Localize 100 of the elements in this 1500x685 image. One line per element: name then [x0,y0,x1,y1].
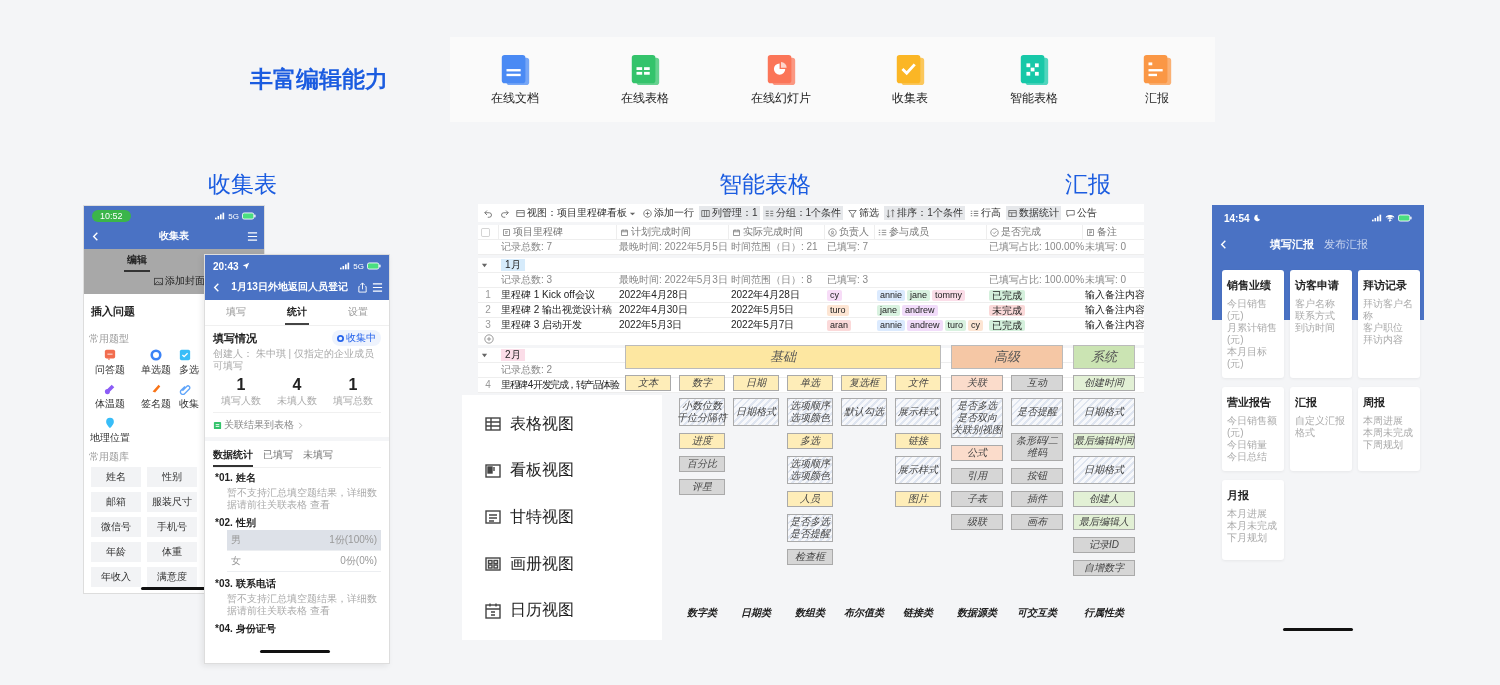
tab[interactable]: 未填写 [303,445,333,467]
toolbar-button[interactable]: 排序：1个条件 [884,206,965,220]
card-title: 周报 [1363,395,1386,410]
app-item[interactable]: 在线文档 [490,52,539,107]
share-icon[interactable] [357,281,368,293]
field-chip[interactable]: 手机号 [147,517,197,537]
column-header[interactable]: 计划完成时间 [616,225,728,239]
question-note: 暂不支持汇总填空题结果，详细数据请前往关联表格 查看 [226,486,378,511]
column-header[interactable]: 实际完成时间 [728,225,824,239]
field-chip[interactable]: 微信号 [91,517,141,537]
question-type[interactable]: 单选题 [133,349,179,377]
field-type-label: 条形码/二维码 [1011,433,1063,461]
status-time: 20:43 [213,260,239,272]
toolbar-button[interactable]: 行高 [967,206,1003,220]
question-title: *03. 联系电话 [215,577,277,591]
field-chip[interactable]: 满意度 [147,567,197,587]
view-option[interactable]: 画册视图 [462,553,662,575]
menu-icon[interactable] [247,230,258,242]
field-type-label: 评星 [679,479,725,495]
field-chip[interactable]: 服装尺寸 [147,492,197,512]
summary-text: 已填写占比: 100.00% [989,241,1085,253]
back-icon[interactable] [1218,239,1229,250]
summary-text: 记录总数: 3 [501,274,553,286]
template-card[interactable]: 汇报 自定义汇报格式 [1290,387,1352,471]
column-header[interactable]: 项目里程碑 [498,225,616,239]
question-type[interactable]: 体温题 [87,383,133,411]
checkbox[interactable] [481,227,490,237]
add-cover-button[interactable]: 添加封面 [154,274,205,288]
status-dot-icon [337,334,344,342]
template-card[interactable]: 月报 本月进展 本月未完成 下月规划 [1222,480,1284,560]
app-item[interactable]: 在线表格 [620,52,669,107]
field-chip[interactable]: 年收入 [91,567,141,587]
toolbar-button[interactable]: 筛选 [846,206,882,220]
view-option[interactable]: 甘特视图 [462,507,662,528]
wifi-icon [1385,214,1395,222]
menu-icon[interactable] [372,281,383,293]
template-card[interactable]: 周报 本周进展 本周未完成 下周规划 [1358,387,1420,471]
toolbar-button[interactable]: 公告 [1063,206,1099,220]
question-type[interactable]: 收集 [179,383,201,411]
caret-icon[interactable] [481,351,488,359]
template-card[interactable]: 访客申请 客户名称 联系方式 到访时间 [1290,270,1352,378]
back-icon[interactable] [90,230,101,242]
question-type[interactable]: 多选 [179,349,201,377]
view-option[interactable]: 看板视图 [462,460,662,482]
row-number: 2 [484,303,492,317]
toolbar-button[interactable]: 添加一行 [641,206,696,220]
question-type[interactable]: 签名题 [133,383,179,411]
app-item[interactable]: 收集表 [892,52,929,107]
question-type[interactable]: 问答题 [87,349,133,377]
table-cell-text: 输入备注内容 [1084,303,1144,317]
column-header[interactable]: 负责人 [824,225,874,239]
tab[interactable]: 统计 [285,300,309,325]
tab[interactable]: 已填写 [263,445,293,467]
column-type-icon [620,227,629,237]
card-field: 今日总结 [1227,451,1279,463]
toolbar-button[interactable]: 列管理：1 [699,206,760,220]
app-item[interactable]: 在线幻灯片 [750,52,811,107]
tab[interactable]: 数据统计 [213,445,253,467]
caret-icon[interactable] [481,261,488,269]
field-chip[interactable]: 姓名 [91,467,141,487]
field-type-label: 创建人 [1073,491,1135,507]
field-chip[interactable]: 邮箱 [91,492,141,512]
field-type-label: 级联 [951,514,1003,530]
table-cell-text: 2022年5月7日 [730,318,796,332]
summary-text: 最晚时间: 2022年5月5日 [619,241,728,253]
person-tag: aran [827,319,851,331]
field-chip[interactable]: 体重 [147,542,197,562]
person-tag: turo [944,319,967,331]
template-card[interactable]: 销售业绩 今日销售 (元) 月累计销售 (元) 本月目标 (元) [1222,270,1284,378]
card-field: 客户名称 [1295,298,1347,310]
view-option[interactable]: 表格视图 [462,413,662,435]
battery-icon [367,262,381,270]
section-title: 收集表 [207,170,277,199]
paperclip-icon [179,383,191,395]
speech-bubble-icon [1065,208,1075,218]
field-chip[interactable]: 性别 [147,467,197,487]
kanban-view-icon [484,461,502,480]
view-option[interactable]: 日历视图 [462,600,662,622]
template-card[interactable]: 营业报告 今日销售额 (元) 今日销量 今日总结 [1222,387,1284,471]
column-header[interactable]: 备注 [1082,225,1144,239]
status-tag: 未完成 [989,304,1025,316]
table-cell-text: 输入备注内容 [1084,288,1144,302]
app-item[interactable]: 智能表格 [1010,52,1059,107]
toolbar-button[interactable] [498,207,511,219]
toolbar-button[interactable]: 分组：1个条件 [762,206,844,220]
field-chip[interactable]: 年龄 [91,542,141,562]
app-item[interactable]: 汇报 [1140,52,1175,107]
toolbar-button[interactable] [482,207,495,219]
question-type[interactable]: 地理位置 [87,417,133,445]
column-header[interactable]: 参与成员 [874,225,986,239]
table-cell-text: 里程碑 2 输出视觉设计稿 [500,303,614,317]
tab[interactable]: 编辑 [124,253,150,272]
status-badge: 收集中 [332,330,381,346]
attribute-text: 是否多选 [957,400,997,412]
column-header[interactable]: 是否完成 [986,225,1082,239]
toolbar-button[interactable]: 视图：项目里程碑看板 [514,206,638,220]
toolbar-button[interactable]: 数据统计 [1005,206,1061,220]
tab[interactable]: 填写汇报 [1269,237,1314,252]
back-icon[interactable] [211,281,222,293]
template-card[interactable]: 拜访记录 拜访客户名称 客户职位 拜访内容 [1358,270,1420,378]
